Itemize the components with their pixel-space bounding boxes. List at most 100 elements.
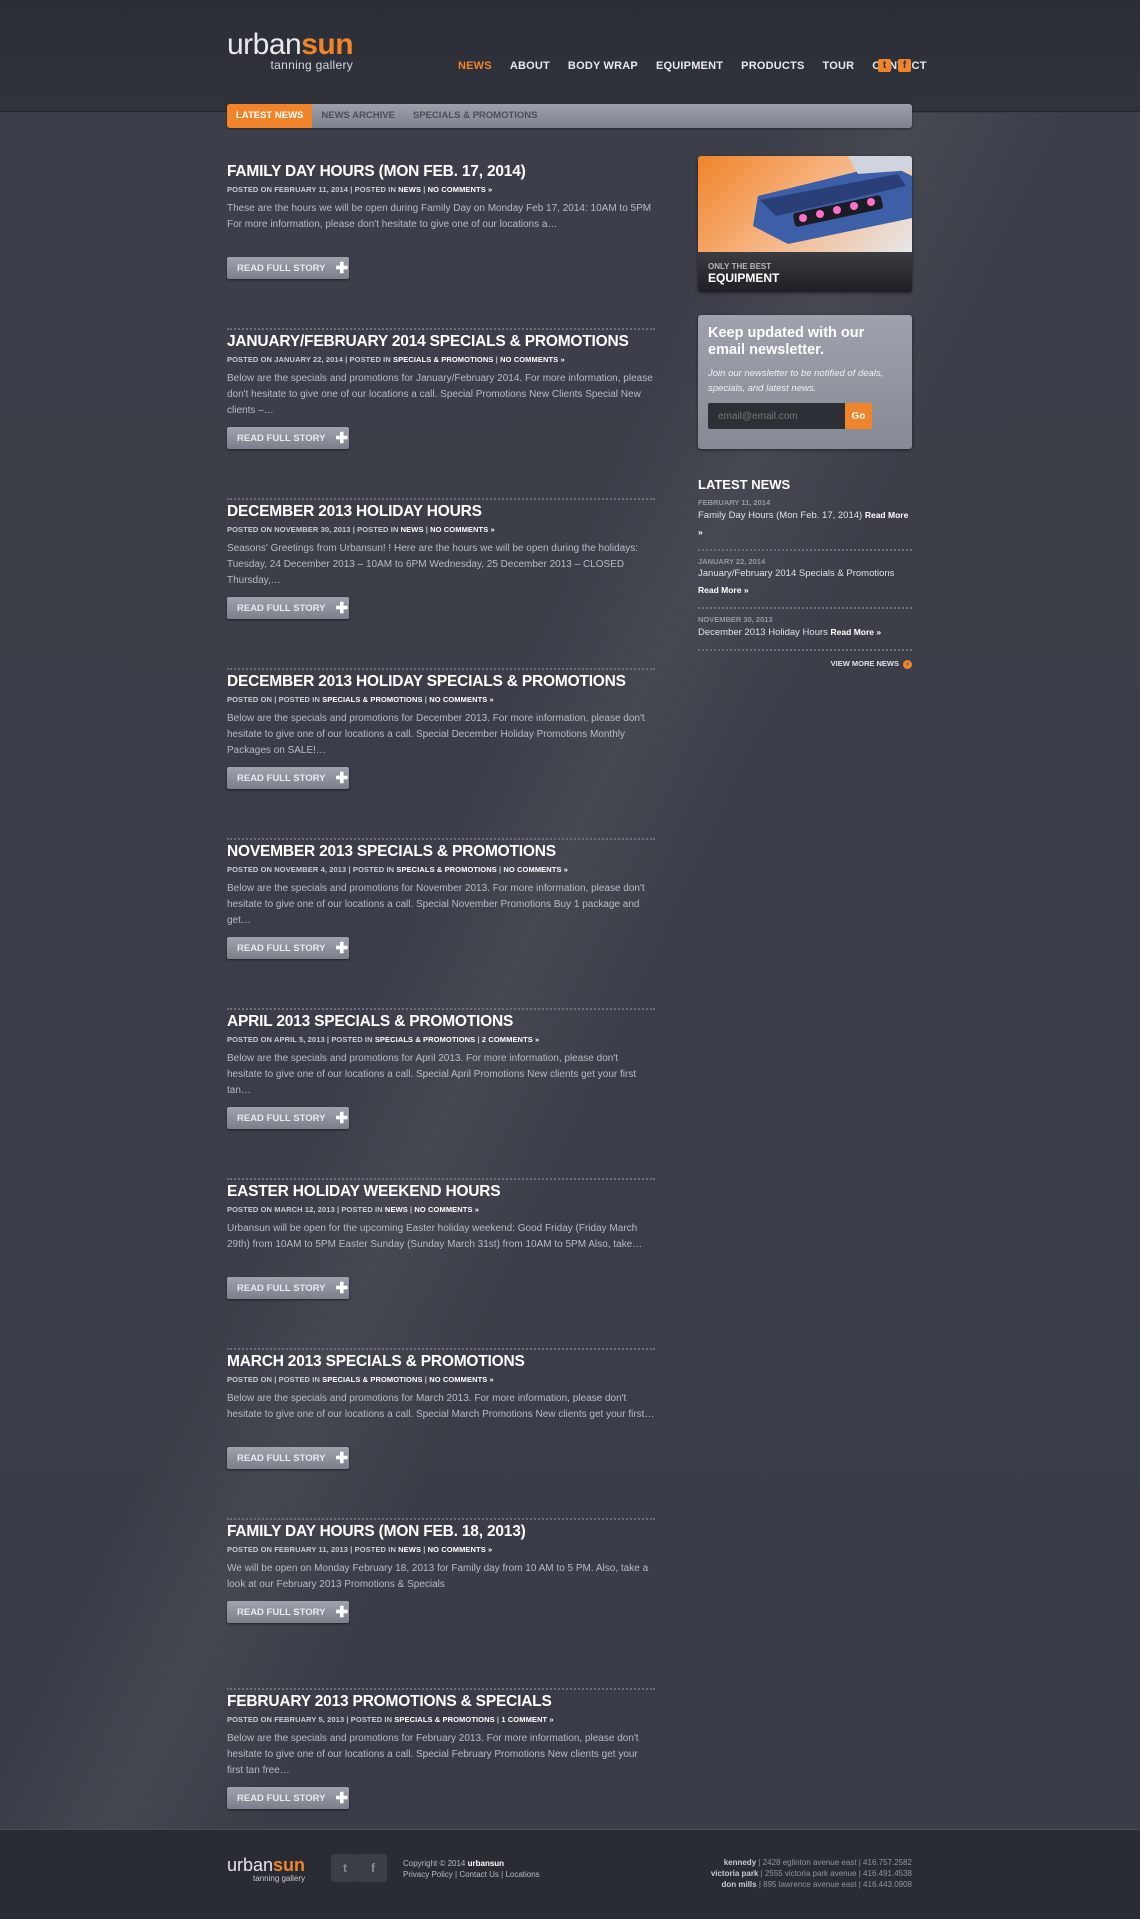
read-full-story-label: READ FULL STORY: [237, 1452, 326, 1464]
view-more-news[interactable]: VIEW MORE NEWS ›: [698, 659, 912, 669]
footer-logo[interactable]: urbansun tanning gallery: [227, 1856, 305, 1883]
post-meta: POSTED ON APRIL 5, 2013 | POSTED IN SPEC…: [227, 1035, 540, 1044]
read-more-link[interactable]: Read More »: [698, 585, 749, 595]
read-full-story-button[interactable]: READ FULL STORY ✚: [227, 1107, 349, 1129]
post-category-link[interactable]: SPECIALS & PROMOTIONS: [322, 1375, 422, 1384]
twitter-icon[interactable]: t: [878, 59, 891, 72]
plus-icon: ✚: [335, 1604, 349, 1621]
nav-about[interactable]: ABOUT: [510, 60, 550, 72]
nav-equipment[interactable]: EQUIPMENT: [656, 60, 723, 72]
post-title[interactable]: NOVEMBER 2013 SPECIALS & PROMOTIONS: [227, 842, 655, 862]
post-category-link[interactable]: NEWS: [398, 185, 421, 194]
facebook-icon[interactable]: f: [359, 1854, 387, 1882]
post-category-link[interactable]: SPECIALS & PROMOTIONS: [322, 695, 422, 704]
privacy-policy-link[interactable]: Privacy Policy: [403, 1870, 453, 1879]
read-full-story-button[interactable]: READ FULL STORY ✚: [227, 937, 349, 959]
post-meta-prefix: POSTED ON FEBRUARY 11, 2014 | POSTED IN: [227, 185, 399, 194]
plus-icon: ✚: [335, 1790, 349, 1807]
post-comments-link[interactable]: NO COMMENTS »: [503, 865, 568, 874]
post-comments-link[interactable]: NO COMMENTS »: [429, 695, 494, 704]
facebook-icon[interactable]: f: [898, 59, 911, 72]
read-full-story-label: READ FULL STORY: [237, 1606, 326, 1618]
subnav-news-archive[interactable]: NEWS ARCHIVE: [312, 104, 404, 128]
post-meta: POSTED ON MARCH 12, 2013 | POSTED IN NEW…: [227, 1205, 480, 1214]
plus-icon: ✚: [335, 1110, 349, 1127]
post-title[interactable]: MARCH 2013 SPECIALS & PROMOTIONS: [227, 1352, 655, 1372]
subnav-specials[interactable]: SPECIALS & PROMOTIONS: [404, 104, 547, 128]
post-title[interactable]: DECEMBER 2013 HOLIDAY SPECIALS & PROMOTI…: [227, 672, 655, 692]
post-excerpt: Below are the specials and promotions fo…: [227, 373, 653, 416]
read-full-story-button[interactable]: READ FULL STORY ✚: [227, 257, 349, 279]
post-category-link[interactable]: SPECIALS & PROMOTIONS: [396, 865, 496, 874]
logo[interactable]: urbansun tanning gallery: [227, 30, 354, 73]
latest-news-date: FEBRUARY 11, 2014: [698, 498, 771, 507]
location-name: don mills: [721, 1880, 757, 1889]
post-meta-prefix: POSTED ON | POSTED IN: [227, 695, 323, 704]
subnav-latest-news[interactable]: LATEST NEWS: [227, 104, 313, 128]
read-more-link[interactable]: Read More »: [831, 627, 882, 637]
post-title[interactable]: APRIL 2013 SPECIALS & PROMOTIONS: [227, 1012, 655, 1032]
nav-news[interactable]: NEWS: [458, 60, 492, 72]
read-full-story-label: READ FULL STORY: [237, 1282, 326, 1294]
view-more-label: VIEW MORE NEWS: [830, 659, 899, 668]
email-field[interactable]: [708, 403, 845, 429]
latest-news-date: NOVEMBER 30, 2013: [698, 615, 773, 624]
location-address: | 2428 eglinton avenue east | 416.757.25…: [756, 1858, 912, 1867]
post-category-link[interactable]: NEWS: [398, 1545, 421, 1554]
nav-body-wrap[interactable]: BODY WRAP: [568, 60, 638, 72]
contact-us-link[interactable]: Contact Us: [459, 1870, 499, 1879]
read-full-story-button[interactable]: READ FULL STORY ✚: [227, 1447, 349, 1469]
read-full-story-button[interactable]: READ FULL STORY ✚: [227, 767, 349, 789]
post-meta: POSTED ON | POSTED IN SPECIALS & PROMOTI…: [227, 695, 494, 704]
latest-news-date: JANUARY 22, 2014: [698, 557, 766, 566]
latest-news-headline[interactable]: January/February 2014 Specials & Promoti…: [698, 568, 894, 579]
post-title[interactable]: EASTER HOLIDAY WEEKEND HOURS: [227, 1182, 655, 1202]
post-title[interactable]: DECEMBER 2013 HOLIDAY HOURS: [227, 502, 655, 522]
post-comments-link[interactable]: NO COMMENTS »: [429, 1375, 494, 1384]
latest-news-headline[interactable]: Family Day Hours (Mon Feb. 17, 2014): [698, 510, 865, 521]
read-full-story-button[interactable]: READ FULL STORY ✚: [227, 1601, 349, 1623]
post-category-link[interactable]: SPECIALS & PROMOTIONS: [393, 355, 493, 364]
post-category-link[interactable]: SPECIALS & PROMOTIONS: [375, 1035, 475, 1044]
post-title[interactable]: FAMILY DAY HOURS (MON FEB. 18, 2013): [227, 1522, 655, 1542]
post-category-link[interactable]: NEWS: [401, 525, 424, 534]
nav-tour[interactable]: TOUR: [823, 60, 855, 72]
copyright-text: Copyright © 2014: [403, 1859, 468, 1868]
locations-link[interactable]: Locations: [505, 1870, 539, 1879]
post-comments-link[interactable]: NO COMMENTS »: [428, 1545, 493, 1554]
twitter-icon[interactable]: t: [331, 1854, 359, 1882]
footer: urbansun tanning gallery t f Copyright ©…: [0, 1829, 1140, 1919]
post-excerpt: Seasons' Greetings from Urbansun! ! Here…: [227, 543, 639, 586]
news-post: NOVEMBER 2013 SPECIALS & PROMOTIONS POSTE…: [227, 842, 655, 1010]
post-title[interactable]: FAMILY DAY HOURS (MON FEB. 17, 2014): [227, 162, 655, 182]
post-comments-link[interactable]: 2 COMMENTS »: [482, 1035, 539, 1044]
read-full-story-button[interactable]: READ FULL STORY ✚: [227, 597, 349, 619]
latest-news-headline[interactable]: December 2013 Holiday Hours: [698, 627, 831, 638]
post-meta: POSTED ON NOVEMBER 4, 2013 | POSTED IN S…: [227, 865, 569, 874]
read-full-story-button[interactable]: READ FULL STORY ✚: [227, 427, 349, 449]
post-category-link[interactable]: NEWS: [385, 1205, 408, 1214]
post-meta: POSTED ON NOVEMBER 30, 2013 | POSTED IN …: [227, 525, 495, 534]
post-title[interactable]: FEBRUARY 2013 PROMOTIONS & SPECIALS: [227, 1692, 655, 1712]
post-comments-link[interactable]: NO COMMENTS »: [500, 355, 565, 364]
post-comments-link[interactable]: NO COMMENTS »: [428, 185, 493, 194]
header: [0, 0, 1140, 112]
read-full-story-button[interactable]: READ FULL STORY ✚: [227, 1787, 349, 1809]
post-excerpt: Below are the specials and promotions fo…: [227, 713, 645, 756]
equipment-feature[interactable]: ONLY THE BEST EQUIPMENT: [698, 156, 912, 292]
post-meta-prefix: POSTED ON APRIL 5, 2013 | POSTED IN: [227, 1035, 375, 1044]
post-meta: POSTED ON | POSTED IN SPECIALS & PROMOTI…: [227, 1375, 494, 1384]
go-button[interactable]: Go: [845, 403, 872, 429]
sidebar: ONLY THE BEST EQUIPMENT Keep updated wit…: [698, 156, 912, 669]
footer-locations: kennedy | 2428 eglinton avenue east | 41…: [711, 1857, 912, 1890]
post-comments-link[interactable]: NO COMMENTS »: [430, 525, 495, 534]
read-full-story-button[interactable]: READ FULL STORY ✚: [227, 1277, 349, 1299]
location-address: | 895 lawrence avenue east | 416.443.090…: [756, 1880, 912, 1889]
nav-products[interactable]: PRODUCTS: [741, 60, 804, 72]
news-post: FAMILY DAY HOURS (MON FEB. 17, 2014) POST…: [227, 162, 655, 330]
post-comments-link[interactable]: NO COMMENTS »: [414, 1205, 479, 1214]
post-comments-link[interactable]: 1 COMMENT »: [501, 1715, 553, 1724]
post-category-link[interactable]: SPECIALS & PROMOTIONS: [394, 1715, 494, 1724]
post-title[interactable]: JANUARY/FEBRUARY 2014 SPECIALS & PROMOTI…: [227, 332, 655, 352]
plus-icon: ✚: [335, 1280, 349, 1297]
